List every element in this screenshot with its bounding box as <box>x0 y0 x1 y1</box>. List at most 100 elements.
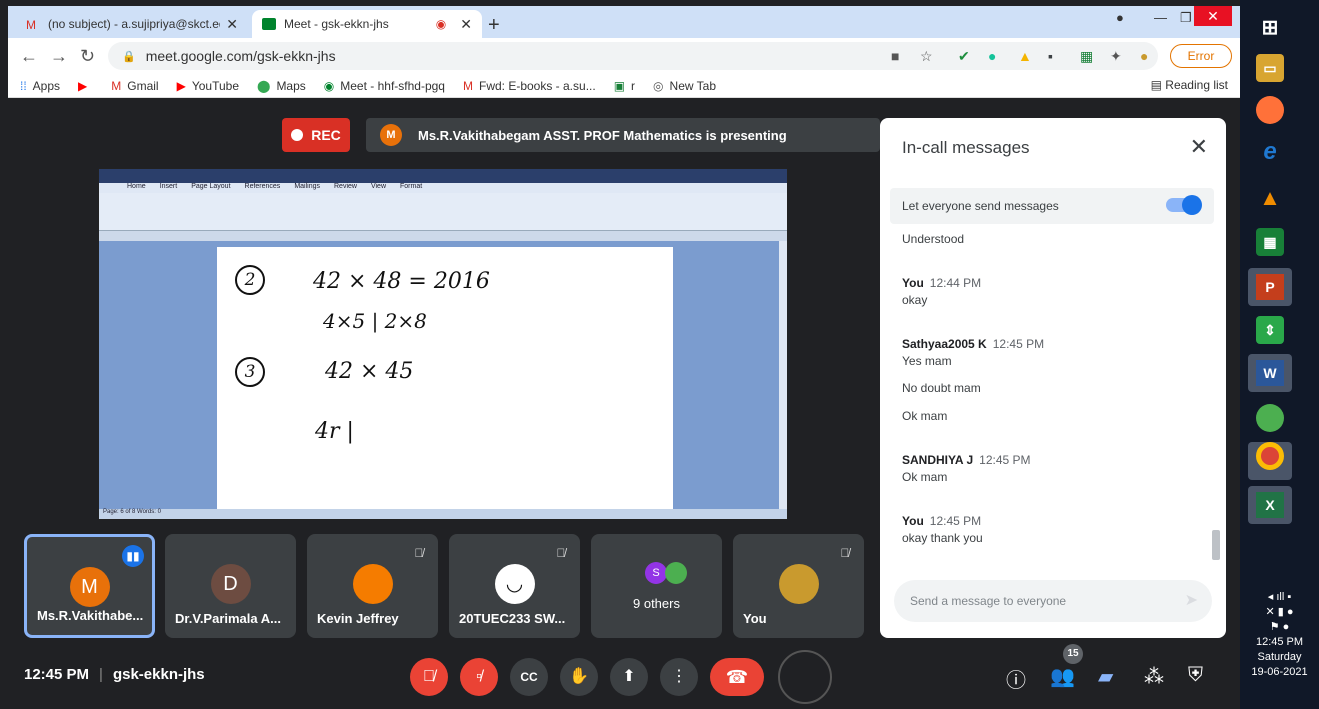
meeting-info: 12:45 PM | gsk-ekkn-jhs <box>24 666 205 683</box>
chat-sender-line: You 12:45 PM <box>902 514 981 528</box>
tray-date[interactable]: 19-06-2021 <box>1240 665 1319 680</box>
restore-button[interactable]: ❐ <box>1180 10 1192 26</box>
tab-gmail-title: (no subject) - a.sujipriya@skct.ed <box>48 17 221 31</box>
mic-off-icon: 🎙̸ <box>840 546 850 560</box>
profile-dot-icon[interactable]: ● <box>1116 10 1124 25</box>
sync-app-icon[interactable]: ⇕ <box>1256 316 1284 344</box>
chat-scrollbar[interactable] <box>1212 530 1220 560</box>
ghost-check-button[interactable] <box>778 650 832 704</box>
participant-tile[interactable]: ◡ 🎙̸ 20TUEC233 SW... <box>449 534 580 638</box>
minimize-button[interactable]: — <box>1154 10 1167 25</box>
back-button[interactable]: ← <box>20 46 38 67</box>
close-icon[interactable]: ✕ <box>1190 134 1208 160</box>
host-controls-icon[interactable]: ⛨ <box>1188 664 1203 687</box>
sheets-extension-icon[interactable]: ▦ <box>1080 48 1093 65</box>
activities-icon[interactable]: ⁂ <box>1144 664 1164 689</box>
allow-messages-toggle[interactable] <box>1166 195 1202 215</box>
profile-avatar-icon[interactable]: ● <box>1140 48 1148 64</box>
reload-button[interactable]: ↻ <box>80 46 95 67</box>
bookmark-label: New Tab <box>669 78 717 93</box>
leave-call-button[interactable]: ☎ <box>710 658 764 696</box>
star-icon[interactable]: ☆ <box>920 48 933 65</box>
camera-off-button[interactable]: ▫̸ <box>460 658 498 696</box>
windows-taskbar: ⊞ ▭ e ▲ ▦ P ⇕ W X ◂ ıll ▪ ✕ ▮ ● ⚑ ● 12:4… <box>1240 0 1319 709</box>
tray-icons[interactable]: ⚑ ● <box>1240 620 1319 635</box>
info-icon[interactable]: ⓘ <box>1006 664 1026 693</box>
word-ruler <box>99 231 787 241</box>
tray-day[interactable]: Saturday <box>1240 650 1319 665</box>
bookmark-gmail[interactable]: M Gmail <box>111 79 158 93</box>
word-tab: Review <box>334 183 357 190</box>
chat-input[interactable]: Send a message to everyone ➤ <box>894 580 1212 622</box>
recording-dot-icon: ◉ <box>435 17 447 31</box>
thumbs-up-icon[interactable]: ▲ <box>1018 48 1032 64</box>
mic-off-button[interactable]: 🎙̸ <box>410 658 448 696</box>
word-tab: Mailings <box>294 183 320 190</box>
address-bar[interactable]: 🔒 meet.google.com/gsk-ekkn-jhs <box>108 42 1158 70</box>
bookmark-label: YouTube <box>191 78 239 93</box>
tab-meet[interactable]: Meet - gsk-ekkn-jhs ◉ ✕ <box>252 10 482 38</box>
tray-icons[interactable]: ✕ ▮ ● <box>1240 605 1319 620</box>
meet-icon <box>262 18 276 30</box>
others-tile[interactable]: S 9 others <box>591 534 722 638</box>
captions-button[interactable]: CC <box>510 658 548 696</box>
globe-icon: ◎ <box>653 78 664 93</box>
window-close-button[interactable]: ✕ <box>1194 6 1232 26</box>
bookmark-youtube[interactable]: ▶ YouTube <box>177 79 239 93</box>
avatar: M <box>69 567 110 607</box>
present-button[interactable]: ⬆ <box>610 658 648 696</box>
chat-title: In-call messages <box>902 138 1030 157</box>
store-icon[interactable]: ▦ <box>1256 228 1284 256</box>
lock-icon: 🔒 <box>122 50 136 63</box>
bookmark-maps[interactable]: ⬤ Maps <box>257 79 306 93</box>
new-tab-button[interactable]: + <box>488 14 500 37</box>
bookmark-apps[interactable]: ⁞⁞ Apps <box>20 79 60 93</box>
participant-tile[interactable]: M ▮▮ Ms.R.Vakithabe... <box>24 534 155 638</box>
bookmarks-bar: ⁞⁞ Apps ▶ M Gmail ▶ YouTube ⬤ Maps ◉ Meet - h… <box>8 74 1240 98</box>
recording-indicator[interactable]: REC <box>282 118 350 152</box>
puzzle-icon[interactable]: ✦ <box>1110 48 1122 65</box>
windows-media-icon[interactable] <box>1256 404 1284 432</box>
bookmark-youtube-red[interactable]: ▶ <box>78 79 93 93</box>
bookmark-fwd-ebooks[interactable]: M Fwd: E-books - a.su... <box>463 79 596 93</box>
bookmark-r[interactable]: ▣ r <box>614 79 635 93</box>
camera-icon[interactable]: ■ <box>891 48 899 64</box>
firefox-icon[interactable] <box>1256 96 1284 124</box>
word-taskbar-button[interactable]: W <box>1248 354 1292 392</box>
excel-taskbar-button[interactable]: X <box>1248 486 1292 524</box>
vlc-icon[interactable]: ▲ <box>1256 184 1284 212</box>
chrome-taskbar-button[interactable] <box>1248 442 1292 480</box>
participant-name: Ms.R.Vakithabe... <box>37 608 144 623</box>
forward-button[interactable]: → <box>50 46 68 67</box>
people-icon[interactable]: 👥 <box>1050 664 1075 689</box>
participant-name: Dr.V.Parimala A... <box>175 611 281 626</box>
record-dot-icon <box>291 129 304 141</box>
sender-name: Sathyaa2005 K <box>902 337 987 351</box>
tab-gmail[interactable]: M (no subject) - a.sujipriya@skct.ed ✕ <box>16 10 248 38</box>
file-explorer-icon[interactable]: ▭ <box>1256 54 1284 82</box>
close-tab-icon[interactable]: ✕ <box>226 16 238 33</box>
self-tile[interactable]: 🎙̸ You <box>733 534 864 638</box>
chat-icon[interactable]: ▰ <box>1098 664 1113 689</box>
message-time: 12:45 PM <box>992 337 1045 351</box>
send-icon[interactable]: ➤ <box>1185 580 1198 622</box>
windows-start-icon[interactable]: ⊞ <box>1256 14 1284 42</box>
extension-icon[interactable]: ▪ <box>1048 48 1053 64</box>
tray-icons[interactable]: ◂ ıll ▪ <box>1240 590 1319 605</box>
speaking-indicator-icon: ▮▮ <box>122 545 144 567</box>
internet-explorer-icon[interactable]: e <box>1256 138 1284 166</box>
reading-list-button[interactable]: ▤ Reading list <box>1151 78 1228 92</box>
check-extension-icon[interactable]: ✔ <box>958 48 970 65</box>
participant-tile[interactable]: D Dr.V.Parimala A... <box>165 534 296 638</box>
bookmark-meet[interactable]: ◉ Meet - hhf-sfhd-pgq <box>324 79 445 93</box>
error-button[interactable]: Error <box>1170 44 1232 68</box>
grammarly-icon[interactable]: ● <box>988 48 996 64</box>
tray-time[interactable]: 12:45 PM <box>1240 635 1319 650</box>
raise-hand-button[interactable]: ✋ <box>560 658 598 696</box>
close-tab-icon[interactable]: ✕ <box>460 16 472 33</box>
powerpoint-taskbar-button[interactable]: P <box>1248 268 1292 306</box>
participant-tile[interactable]: 🎙̸ Kevin Jeffrey <box>307 534 438 638</box>
message-text: Yes mam <box>902 354 952 368</box>
bookmark-new-tab[interactable]: ◎ New Tab <box>653 79 716 93</box>
more-options-button[interactable]: ⋮ <box>660 658 698 696</box>
